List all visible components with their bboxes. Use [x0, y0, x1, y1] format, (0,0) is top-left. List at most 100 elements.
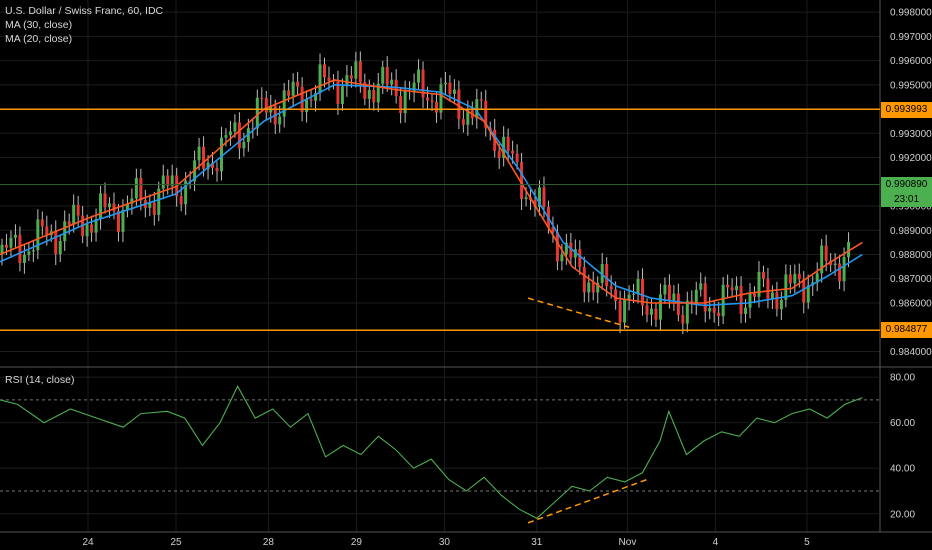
candle-body	[582, 267, 586, 293]
candle-body	[672, 293, 676, 301]
candle-body	[461, 119, 465, 125]
candle-body	[618, 300, 622, 323]
y-tick-label: 0.988000	[890, 250, 932, 261]
candle-body	[757, 271, 761, 297]
candle-body	[766, 278, 770, 299]
y-tick-label: 0.984000	[890, 347, 932, 358]
candle-body	[354, 61, 358, 79]
candle-body	[67, 221, 71, 225]
candle-body	[103, 193, 107, 208]
candle-body	[676, 293, 680, 316]
candle-body	[797, 273, 801, 280]
candle-body	[578, 249, 582, 268]
candle-body	[287, 90, 291, 96]
candle-body	[627, 294, 631, 300]
candle-body	[497, 151, 501, 159]
candle-body	[242, 142, 246, 149]
candle-body	[233, 122, 237, 132]
candle-body	[85, 224, 89, 237]
candle-body	[224, 135, 228, 138]
candle-body	[788, 274, 792, 284]
candle-body	[605, 263, 609, 287]
candle-body	[542, 187, 546, 207]
candle-body	[842, 257, 846, 282]
legend-ma30: MA (30, close)	[5, 19, 73, 31]
x-tick-label: 25	[170, 537, 182, 548]
chart-title: U.S. Dollar / Swiss Franc, 60, IDC	[5, 5, 164, 17]
candle-body	[739, 285, 743, 314]
candle-body	[291, 81, 295, 96]
candle-body	[367, 90, 371, 99]
candle-body	[22, 254, 26, 263]
candle-body	[72, 204, 76, 225]
candle-body	[761, 271, 765, 279]
candle-body	[632, 293, 636, 295]
candle-body	[372, 90, 376, 103]
candle-body	[681, 315, 685, 324]
candle-body	[439, 84, 443, 113]
candle-body	[654, 308, 658, 320]
y-tick-label: 0.987000	[890, 274, 932, 285]
candle-body	[717, 312, 721, 317]
candle-body	[708, 307, 712, 312]
candle-body	[296, 81, 300, 87]
y-tick-label: 0.986000	[890, 298, 932, 309]
upper-level-price-box: 0.993993	[881, 102, 932, 118]
candle-body	[703, 283, 707, 312]
candle-body	[833, 263, 837, 266]
candle-body	[27, 251, 31, 255]
candle-body	[721, 284, 725, 317]
candle-body	[775, 292, 779, 310]
candle-body	[515, 153, 519, 163]
candle-body	[430, 100, 434, 102]
lower-level-price-box: 0.984877	[881, 322, 932, 338]
rsi-tick-label: 80.00	[890, 373, 915, 384]
y-tick-label: 0.996000	[890, 56, 932, 67]
candle-body	[318, 64, 322, 94]
candle-body	[748, 293, 752, 308]
candle-body	[824, 245, 828, 261]
y-tick-label: 0.993000	[890, 129, 932, 140]
candle-body	[560, 254, 564, 262]
candle-body	[264, 98, 268, 113]
candle-body	[385, 67, 389, 85]
candle-body	[744, 307, 748, 314]
candle-body	[802, 279, 806, 303]
candle-body	[282, 90, 286, 117]
countdown-box: 23:01	[881, 193, 932, 207]
candle-body	[358, 61, 362, 83]
candle-body	[614, 289, 618, 301]
candle-body	[58, 240, 62, 255]
x-tick-label: 24	[82, 537, 94, 548]
candle-body	[349, 75, 353, 79]
chart-canvas[interactable]: 24 25 28 29 30 31 Nov 4 5 0.998000 0.997000 0.99600…	[0, 0, 932, 550]
candle-body	[636, 278, 640, 294]
candle-body	[31, 250, 35, 252]
candle-body	[645, 305, 649, 315]
candle-body	[179, 196, 183, 205]
candle-body	[197, 146, 201, 161]
x-tick-label: 31	[531, 537, 543, 548]
candle-body	[228, 131, 232, 136]
candle-body	[623, 299, 627, 323]
y-tick-label: 0.995000	[890, 80, 932, 91]
candle-body	[215, 167, 219, 172]
candle-body	[116, 211, 120, 232]
candle-body	[340, 86, 344, 105]
candle-body	[452, 89, 456, 94]
candle-body	[712, 307, 716, 313]
candle-body	[399, 96, 403, 114]
candle-body	[426, 97, 430, 101]
candle-body	[63, 221, 67, 241]
y-tick-label: 0.992000	[890, 153, 932, 164]
candle-body	[76, 204, 80, 216]
x-tick-label: 4	[713, 537, 719, 548]
candle-body	[327, 77, 331, 81]
candle-body	[417, 69, 421, 83]
x-tick-label: Nov	[619, 537, 637, 548]
candle-body	[121, 209, 125, 232]
rsi-tick-label: 20.00	[890, 509, 915, 520]
legend-rsi: RSI (14, close)	[5, 374, 75, 386]
candle-body	[779, 299, 783, 310]
candle-body	[685, 300, 689, 324]
